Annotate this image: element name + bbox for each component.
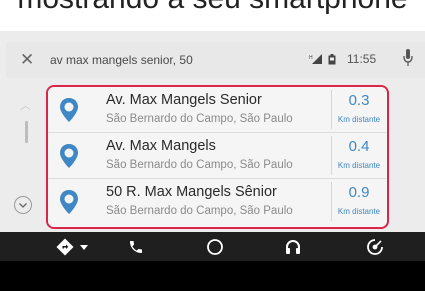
- result-name: Av. Max Mangels: [106, 138, 216, 154]
- nav-exit[interactable]: [366, 237, 384, 257]
- chevron-down-icon: [19, 202, 27, 208]
- scroll-down-button[interactable]: [14, 196, 32, 214]
- battery-icon: [328, 53, 336, 64]
- navigation-icon: [56, 238, 74, 256]
- search-query[interactable]: av max mangels senior, 50: [50, 53, 193, 67]
- exit-icon: [367, 239, 383, 255]
- top-strip: mostrando a seu smartphone: [0, 0, 425, 31]
- result-distance: 0.9: [348, 184, 370, 201]
- result-address: São Bernardo do Campo, São Paulo: [106, 205, 293, 217]
- result-distance: 0.3: [348, 92, 370, 109]
- search-bar: ✕ av max mangels senior, 50 H 11:55: [6, 42, 425, 78]
- top-cut-text: mostrando a seu smartphone: [0, 0, 425, 16]
- result-item[interactable]: Av. Max Mangels Senior São Bernardo do C…: [48, 87, 386, 133]
- bottom-bezel: [0, 261, 425, 291]
- result-item[interactable]: Av. Max Mangels São Bernardo do Campo, S…: [48, 133, 386, 179]
- microphone-icon[interactable]: [403, 49, 413, 67]
- results-list: Av. Max Mangels Senior São Bernardo do C…: [46, 85, 389, 229]
- result-address: São Bernardo do Campo, São Paulo: [106, 113, 293, 125]
- status-area: H 11:55: [309, 52, 376, 66]
- bottom-nav-bar: [0, 232, 425, 261]
- clock: 11:55: [347, 52, 377, 66]
- result-item[interactable]: 50 R. Max Mangels Sênior São Bernardo do…: [48, 179, 386, 224]
- phone-icon: [130, 241, 142, 253]
- scroll-rail: ︿: [6, 91, 46, 226]
- nav-audio[interactable]: [285, 237, 301, 257]
- svg-text:H: H: [309, 55, 313, 61]
- dropdown-arrow-icon: [80, 244, 88, 250]
- android-auto-screen: ✕ av max mangels senior, 50 H 11:55 ︿ Av…: [0, 31, 425, 261]
- signal-icon: H: [309, 54, 322, 64]
- scroll-up-icon[interactable]: ︿: [20, 97, 31, 113]
- home-icon: [207, 239, 223, 255]
- result-distance-unit: Km distante: [337, 115, 381, 124]
- result-address: São Bernardo do Campo, São Paulo: [106, 159, 293, 171]
- nav-home[interactable]: [206, 237, 224, 257]
- scroll-thumb[interactable]: [25, 121, 28, 143]
- close-icon[interactable]: ✕: [20, 51, 34, 68]
- location-pin-icon: [60, 98, 78, 122]
- nav-phone[interactable]: [128, 237, 144, 257]
- result-distance-unit: Km distante: [337, 161, 381, 170]
- location-pin-icon: [60, 190, 78, 214]
- result-distance-unit: Km distante: [337, 207, 381, 216]
- location-pin-icon: [60, 144, 78, 168]
- nav-navigation[interactable]: [56, 237, 88, 257]
- result-distance: 0.4: [348, 138, 370, 155]
- result-name: 50 R. Max Mangels Sênior: [106, 184, 277, 200]
- result-name: Av. Max Mangels Senior: [106, 92, 262, 108]
- audio-icon: [286, 240, 300, 254]
